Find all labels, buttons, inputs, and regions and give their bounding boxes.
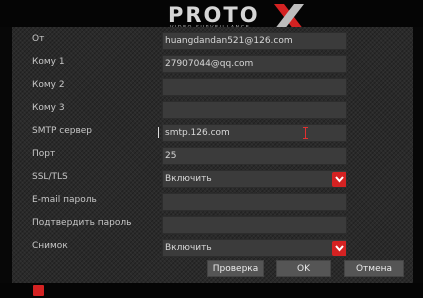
row-to3: Кому 3 [12, 101, 413, 119]
email-password-field[interactable] [162, 193, 347, 211]
to2-field[interactable] [162, 78, 347, 96]
text-caret [158, 127, 159, 138]
ssl-select[interactable]: Включить [162, 170, 347, 188]
ssl-value: Включить [165, 174, 212, 184]
header-bar: PROTO VIDEO SURVEILLANCE [0, 0, 423, 31]
snapshot-select[interactable]: Включить [162, 239, 347, 257]
port-label: Порт [32, 149, 56, 159]
smtp-label: SMTP сервер [32, 126, 93, 136]
to2-label: Кому 2 [32, 80, 65, 90]
smtp-field[interactable]: smtp.126.com [162, 124, 347, 142]
smtp-value: smtp.126.com [165, 128, 230, 138]
cancel-button[interactable]: Отмена [344, 260, 404, 277]
logo-text: PROTO [168, 3, 260, 27]
text-cursor-icon [303, 127, 308, 139]
port-field[interactable]: 25 [162, 147, 347, 165]
row-to2: Кому 2 [12, 78, 413, 96]
confirm-password-field[interactable] [162, 216, 347, 234]
ok-button[interactable]: OK [276, 260, 331, 277]
row-snapshot: Снимок Включить [12, 239, 413, 257]
row-smtp: SMTP сервер smtp.126.com [12, 124, 413, 142]
row-port: Порт 25 [12, 147, 413, 165]
row-ssl: SSL/TLS Включить [12, 170, 413, 188]
from-label: От [32, 34, 45, 44]
to1-label: Кому 1 [32, 57, 65, 67]
email-settings-panel: От huangdandan521@126.com Кому 1 2790704… [12, 27, 413, 283]
to1-field[interactable]: 27907044@qq.com [162, 55, 347, 73]
status-icon[interactable] [33, 285, 44, 296]
row-from: От huangdandan521@126.com [12, 32, 413, 50]
to3-label: Кому 3 [32, 103, 65, 113]
row-email-password: E-mail пароль [12, 193, 413, 211]
status-bar [0, 283, 423, 298]
row-confirm-password: Подтвердить пароль [12, 216, 413, 234]
from-field[interactable]: huangdandan521@126.com [162, 32, 347, 50]
ssl-label: SSL/TLS [32, 172, 68, 182]
chevron-down-icon[interactable] [332, 241, 346, 256]
test-button[interactable]: Проверка [207, 260, 264, 277]
row-to1: Кому 1 27907044@qq.com [12, 55, 413, 73]
chevron-down-icon[interactable] [332, 172, 346, 187]
email-password-label: E-mail пароль [32, 195, 97, 205]
to3-field[interactable] [162, 101, 347, 119]
confirm-password-label: Подтвердить пароль [32, 218, 132, 228]
snapshot-value: Включить [165, 243, 212, 253]
snapshot-label: Снимок [32, 241, 68, 251]
